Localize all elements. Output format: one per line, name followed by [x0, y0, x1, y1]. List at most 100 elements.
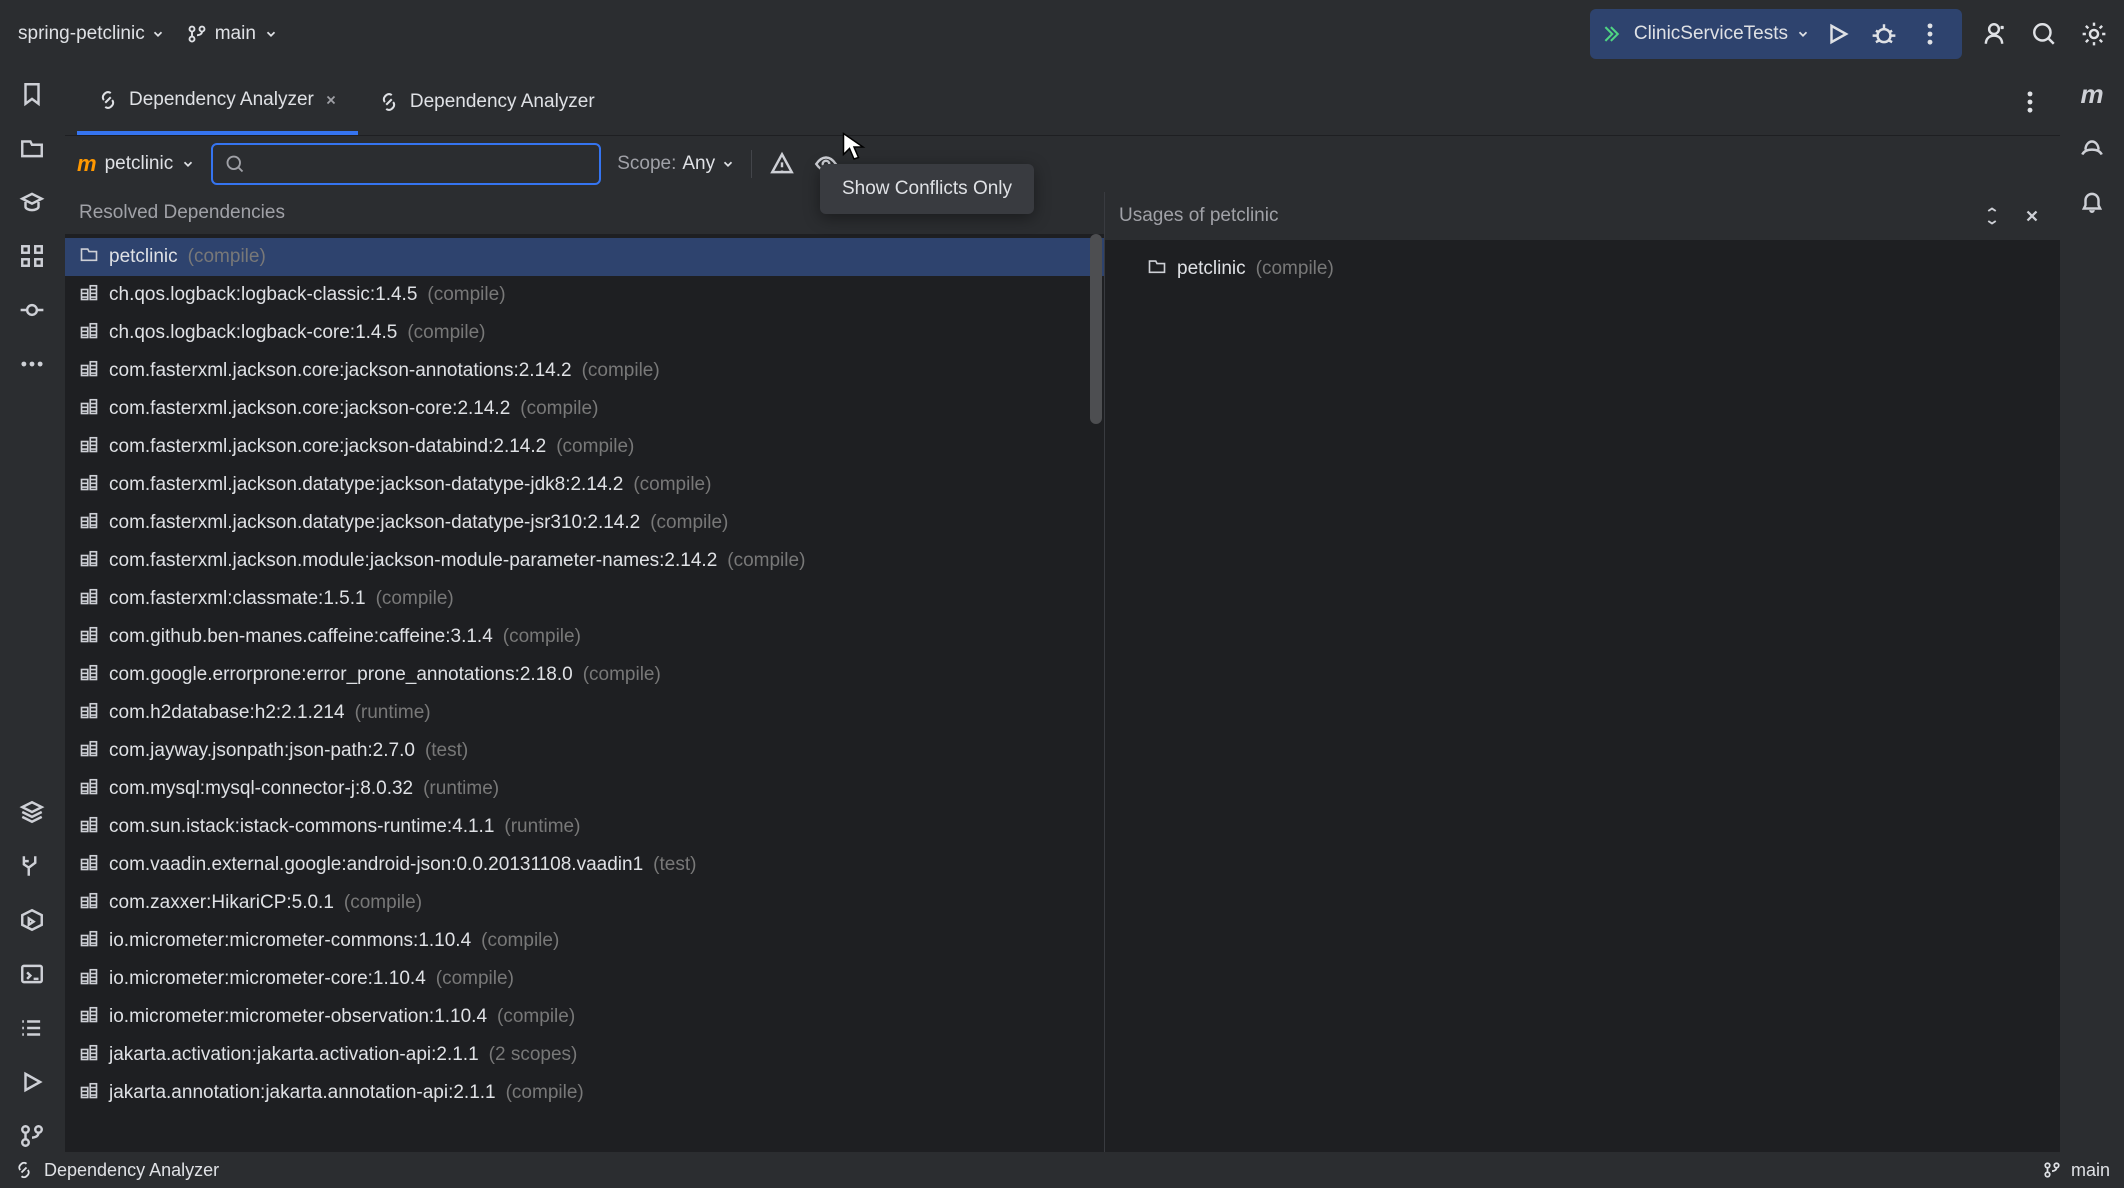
dependency-list[interactable]: petclinic (compile) ch.qos.logback:logba… — [65, 234, 1104, 1152]
structure-tool-button[interactable] — [16, 240, 48, 272]
dependency-name: petclinic — [109, 246, 178, 268]
notifications-tool-button[interactable] — [2076, 186, 2108, 218]
dependency-scope: (2 scopes) — [489, 1044, 578, 1066]
dependency-scope: (compile) — [506, 1082, 584, 1104]
search-field[interactable] — [211, 143, 601, 185]
tab-more-button[interactable] — [2012, 84, 2048, 120]
status-left[interactable]: Dependency Analyzer — [14, 1160, 219, 1181]
branch-icon — [187, 24, 207, 44]
module-selector[interactable]: m petclinic — [77, 151, 195, 177]
branch-selector[interactable]: main — [179, 19, 286, 49]
dependency-item[interactable]: jakarta.annotation:jakarta.annotation-ap… — [65, 1074, 1104, 1112]
dependency-item[interactable]: jakarta.activation:jakarta.activation-ap… — [65, 1036, 1104, 1074]
lib-icon — [79, 586, 99, 612]
dependency-item[interactable]: com.h2database:h2:2.1.214 (runtime) — [65, 694, 1104, 732]
dependency-item[interactable]: com.fasterxml:classmate:1.5.1 (compile) — [65, 580, 1104, 618]
run-config-selector[interactable]: ClinicServiceTests — [1604, 23, 1810, 45]
dependency-item[interactable]: com.fasterxml.jackson.core:jackson-annot… — [65, 352, 1104, 390]
dependency-item[interactable]: com.fasterxml.jackson.datatype:jackson-d… — [65, 504, 1104, 542]
usages-list[interactable]: petclinic (compile) — [1105, 240, 2060, 298]
dependency-name: com.fasterxml.jackson.datatype:jackson-d… — [109, 474, 623, 496]
mouse-cursor-icon — [842, 132, 866, 162]
run-button[interactable] — [1820, 16, 1856, 52]
dependency-scope: (compile) — [520, 398, 598, 420]
services-tool-button[interactable] — [16, 904, 48, 936]
dependency-name: ch.qos.logback:logback-core:1.4.5 — [109, 322, 397, 344]
module-label: petclinic — [105, 153, 174, 175]
lib-icon — [79, 358, 99, 384]
dependency-item[interactable]: com.google.errorprone:error_prone_annota… — [65, 656, 1104, 694]
settings-button[interactable] — [2076, 16, 2112, 52]
project-selector[interactable]: spring-petclinic — [12, 19, 171, 49]
project-tool-button[interactable] — [16, 132, 48, 164]
maven-icon: m — [77, 151, 97, 177]
dependency-name: com.mysql:mysql-connector-j:8.0.32 — [109, 778, 413, 800]
todo-tool-button[interactable] — [16, 1012, 48, 1044]
lib-icon — [79, 472, 99, 498]
lib-icon — [79, 1004, 99, 1030]
dependency-scope: (test) — [653, 854, 696, 876]
dependency-name: com.fasterxml.jackson.core:jackson-annot… — [109, 360, 572, 382]
dependency-item[interactable]: com.github.ben-manes.caffeine:caffeine:3… — [65, 618, 1104, 656]
dependency-name: com.fasterxml.jackson.datatype:jackson-d… — [109, 512, 640, 534]
dependency-item[interactable]: com.fasterxml.jackson.datatype:jackson-d… — [65, 466, 1104, 504]
show-conflicts-button[interactable] — [768, 150, 796, 178]
usages-panel: Usages of petclinic petclinic (compile) — [1105, 192, 2060, 1152]
dependency-item[interactable]: com.sun.istack:istack-commons-runtime:4.… — [65, 808, 1104, 846]
dependency-scope: (runtime) — [355, 702, 431, 724]
dependency-item[interactable]: ch.qos.logback:logback-classic:1.4.5 (co… — [65, 276, 1104, 314]
status-branch[interactable]: main — [2043, 1160, 2110, 1181]
scope-selector[interactable]: Scope: Any — [617, 153, 735, 175]
commit-tool-button[interactable] — [16, 294, 48, 326]
tab-dependency-analyzer-2[interactable]: Dependency Analyzer — [358, 68, 615, 135]
dependency-item[interactable]: com.fasterxml.jackson.core:jackson-datab… — [65, 428, 1104, 466]
right-tool-rail: m — [2060, 68, 2124, 1152]
dependency-item[interactable]: com.vaadin.external.google:android-json:… — [65, 846, 1104, 884]
tab-dependency-analyzer-1[interactable]: Dependency Analyzer — [77, 68, 358, 135]
usage-item[interactable]: petclinic (compile) — [1117, 250, 2048, 288]
dependency-scope: (compile) — [582, 360, 660, 382]
chevron-down-icon — [721, 157, 735, 171]
ai-tool-button[interactable] — [2076, 132, 2108, 164]
debug-button[interactable] — [1866, 16, 1902, 52]
top-bar: spring-petclinic main ClinicServiceTests — [0, 0, 2124, 68]
dependency-name: com.fasterxml.jackson.core:jackson-core:… — [109, 398, 510, 420]
dependency-item[interactable]: io.micrometer:micrometer-observation:1.1… — [65, 998, 1104, 1036]
expand-collapse-button[interactable] — [1978, 202, 2006, 230]
close-icon[interactable] — [324, 93, 338, 107]
link-icon — [97, 89, 119, 111]
code-with-me-button[interactable] — [1976, 16, 2012, 52]
more-tools-button[interactable] — [16, 348, 48, 380]
dependency-item[interactable]: com.fasterxml.jackson.core:jackson-core:… — [65, 390, 1104, 428]
maven-tool-button[interactable]: m — [2076, 78, 2108, 110]
search-everywhere-button[interactable] — [2026, 16, 2062, 52]
scope-label: Scope: — [617, 153, 676, 175]
dependency-item[interactable]: com.jayway.jsonpath:json-path:2.7.0 (tes… — [65, 732, 1104, 770]
run-tool-button[interactable] — [16, 1066, 48, 1098]
learn-tool-button[interactable] — [16, 186, 48, 218]
dependency-item[interactable]: com.mysql:mysql-connector-j:8.0.32 (runt… — [65, 770, 1104, 808]
dependency-item[interactable]: com.fasterxml.jackson.module:jackson-mod… — [65, 542, 1104, 580]
tooltip-text: Show Conflicts Only — [842, 178, 1012, 199]
run-arrows-icon — [1604, 23, 1626, 45]
scrollbar-thumb[interactable] — [1090, 234, 1102, 424]
dependency-name: com.fasterxml:classmate:1.5.1 — [109, 588, 366, 610]
dependency-item[interactable]: io.micrometer:micrometer-commons:1.10.4 … — [65, 922, 1104, 960]
close-panel-button[interactable] — [2018, 202, 2046, 230]
folder-icon — [79, 244, 99, 270]
dependency-scope: (compile) — [503, 626, 581, 648]
dependency-scope: (compile) — [650, 512, 728, 534]
build-tool-button[interactable] — [16, 850, 48, 882]
dependency-name: ch.qos.logback:logback-classic:1.4.5 — [109, 284, 417, 306]
chevron-down-icon — [181, 157, 195, 171]
more-run-button[interactable] — [1912, 16, 1948, 52]
dependency-item[interactable]: ch.qos.logback:logback-core:1.4.5 (compi… — [65, 314, 1104, 352]
search-input[interactable] — [253, 154, 587, 175]
layers-tool-button[interactable] — [16, 796, 48, 828]
dependency-item[interactable]: com.zaxxer:HikariCP:5.0.1 (compile) — [65, 884, 1104, 922]
bookmarks-tool-button[interactable] — [16, 78, 48, 110]
dependency-item[interactable]: io.micrometer:micrometer-core:1.10.4 (co… — [65, 960, 1104, 998]
terminal-tool-button[interactable] — [16, 958, 48, 990]
vcs-tool-button[interactable] — [16, 1120, 48, 1152]
dependency-item[interactable]: petclinic (compile) — [65, 238, 1104, 276]
